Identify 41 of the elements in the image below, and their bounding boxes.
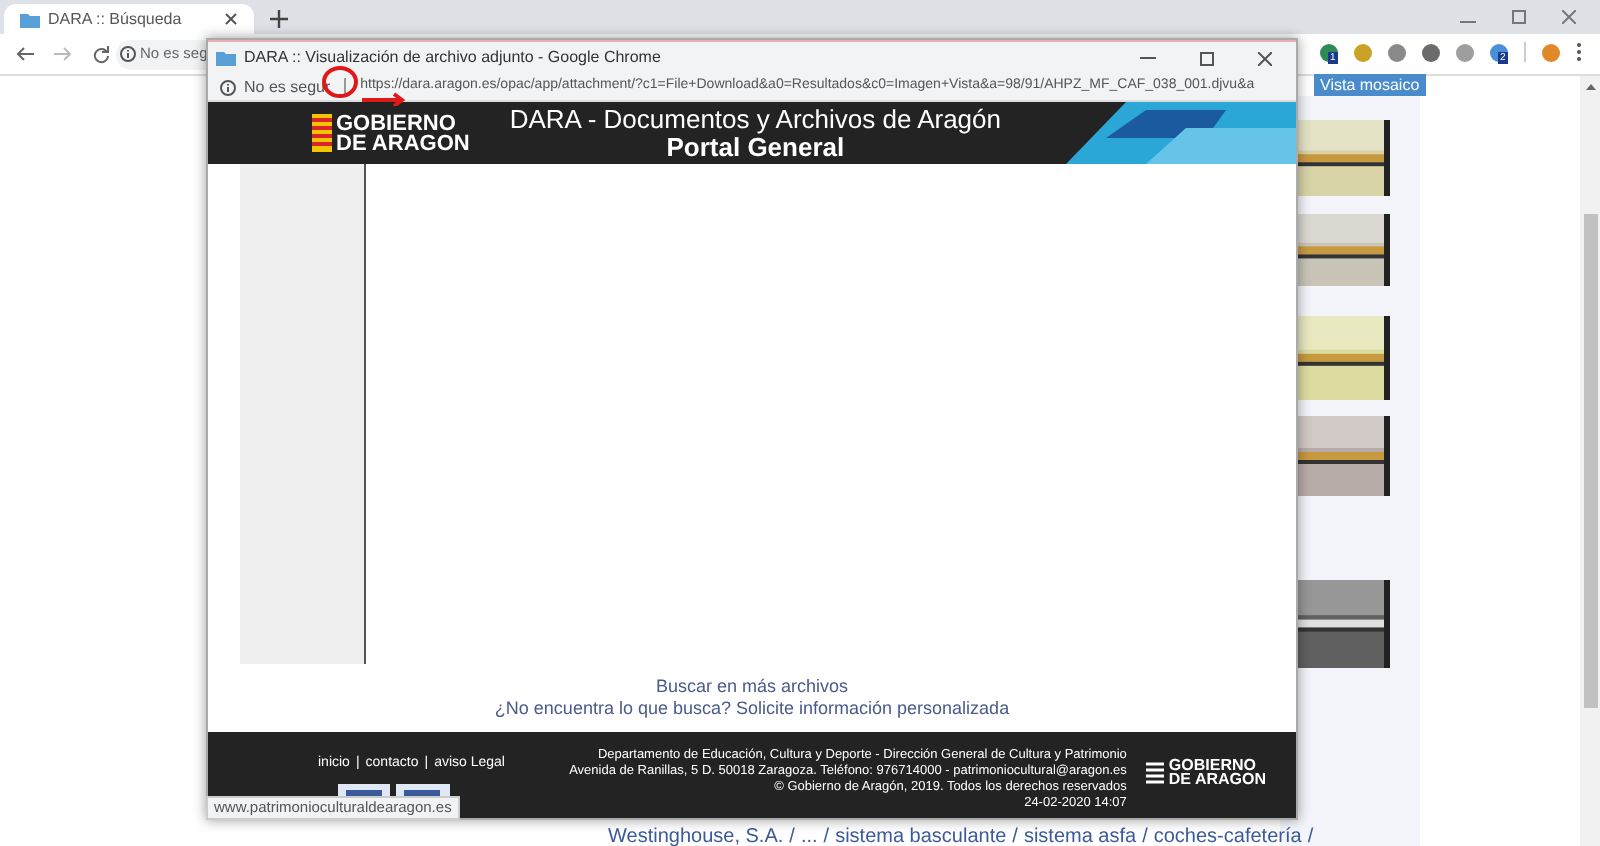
scrollbar[interactable] (1580, 76, 1600, 846)
window-title: DARA :: Visualización de archivo adjunto - Google Chrome (244, 46, 663, 70)
site-title: DARA - Documentos y Archivos de Aragón (509, 105, 1002, 133)
maximize-icon[interactable] (1512, 10, 1526, 24)
logo-text: GOBIERNO (1168, 758, 1256, 772)
info-icon (120, 46, 136, 62)
maximize-icon[interactable] (1200, 51, 1214, 65)
site-subtitle: Portal General (666, 133, 845, 161)
breadcrumb-separator: / (789, 824, 795, 846)
breadcrumb-separator: / (1142, 824, 1148, 846)
back-icon[interactable] (16, 46, 34, 62)
view-button[interactable]: Vista mosaico (1314, 74, 1426, 96)
close-icon[interactable] (1562, 10, 1576, 24)
menu-icon[interactable] (1576, 42, 1582, 62)
info-icon (220, 79, 236, 95)
flag-icon (312, 114, 332, 152)
breadcrumb-link[interactable]: Westinghouse, S.A. (608, 822, 784, 846)
close-icon[interactable] (224, 12, 238, 26)
close-icon[interactable] (1258, 51, 1272, 65)
minimize-icon[interactable] (1140, 56, 1156, 60)
breadcrumb-link[interactable]: coches-cafetería (1153, 822, 1302, 846)
breadcrumb-separator: / (1307, 824, 1314, 846)
new-tab-icon[interactable] (270, 10, 288, 28)
info-link[interactable]: Buscar en más archivos (655, 676, 849, 698)
logo-text: DE ARAGON (336, 133, 470, 153)
stripes-icon (1146, 761, 1165, 783)
minimize-icon[interactable] (1460, 20, 1476, 24)
scroll-up-icon[interactable] (1585, 84, 1595, 90)
info-link[interactable]: ¿No encuentra lo que busca? Solicite información personalizada (494, 698, 1010, 720)
reload-icon[interactable] (92, 45, 110, 63)
folder-icon (20, 11, 40, 27)
browser-tab[interactable]: DARA :: Búsqueda (4, 4, 254, 34)
breadcrumb-separator: / (823, 824, 830, 846)
logo-text: GOBIERNO (336, 113, 456, 133)
breadcrumb-link[interactable]: sistema basculante (835, 822, 1007, 846)
logo-text: DE ARAGON (1168, 772, 1266, 786)
breadcrumb-separator: / (1012, 824, 1018, 846)
breadcrumb-link[interactable]: ... (800, 822, 818, 846)
folder-icon (216, 50, 236, 66)
tab-title: DARA :: Búsqueda (48, 7, 184, 31)
breadcrumb-link[interactable]: sistema asfa (1023, 822, 1137, 846)
